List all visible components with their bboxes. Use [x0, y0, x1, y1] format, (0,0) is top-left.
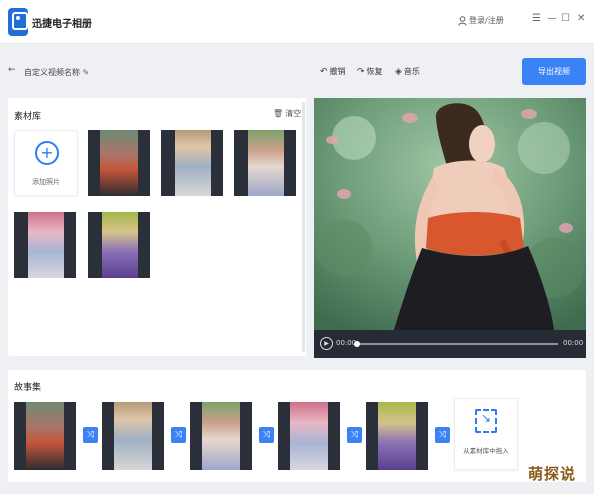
- trash-icon: 🗑: [273, 109, 284, 118]
- export-video-button[interactable]: 导出视频: [522, 58, 586, 85]
- transition-shuffle-icon[interactable]: ⤨: [171, 427, 186, 443]
- music-icon: ◈: [395, 66, 402, 77]
- project-name[interactable]: 自定义视频名称 ✎: [24, 67, 89, 78]
- minimize-button[interactable]: —: [547, 13, 557, 24]
- play-button[interactable]: ▶: [320, 337, 333, 350]
- storyboard-thumbnail[interactable]: [102, 402, 164, 470]
- music-label: 音乐: [403, 67, 420, 76]
- app-title: 迅捷电子相册: [32, 19, 92, 30]
- library-scrollbar[interactable]: [302, 102, 305, 352]
- transition-shuffle-icon[interactable]: ⤨: [435, 427, 450, 443]
- music-button[interactable]: ◈ 音乐: [395, 66, 420, 77]
- add-photo-button[interactable]: + 添加照片: [14, 130, 78, 196]
- editor-toolbar: ← 自定义视频名称 ✎ ↶ 撤销 ↷ 恢复 ◈ 音乐 导出视频: [0, 45, 594, 95]
- drag-in-icon: [475, 409, 497, 433]
- login-link[interactable]: 登录/注册: [458, 15, 504, 26]
- library-thumbnail[interactable]: [14, 212, 76, 278]
- progress-bar[interactable]: [354, 341, 558, 347]
- preview-image: [314, 98, 586, 330]
- library-thumbnail[interactable]: [88, 212, 150, 278]
- total-time: 00:00: [563, 339, 584, 347]
- undo-button[interactable]: ↶ 撤销: [320, 66, 346, 77]
- transition-shuffle-icon[interactable]: ⤨: [259, 427, 274, 443]
- storyboard-thumbnail[interactable]: [190, 402, 252, 470]
- login-label: 登录/注册: [469, 16, 504, 25]
- title-bar: 迅捷电子相册 登录/注册 ☰ — ☐ ✕: [0, 0, 594, 44]
- progress-knob[interactable]: [354, 341, 360, 347]
- app-logo-icon: [8, 8, 28, 36]
- storyboard-title: 故事集: [14, 383, 42, 393]
- close-button[interactable]: ✕: [577, 13, 585, 24]
- storyboard-thumbnail[interactable]: [278, 402, 340, 470]
- transition-shuffle-icon[interactable]: ⤨: [83, 427, 98, 443]
- clear-label: 清空: [285, 109, 302, 118]
- redo-button[interactable]: ↷ 恢复: [357, 66, 383, 77]
- undo-icon: ↶: [320, 66, 328, 77]
- storyboard-panel: 故事集 ⤨ ⤨ ⤨ ⤨ ⤨ 从素材库中拖入: [8, 370, 586, 482]
- transition-shuffle-icon[interactable]: ⤨: [347, 427, 362, 443]
- undo-label: 撤销: [329, 67, 346, 76]
- drop-label: 从素材库中拖入: [463, 447, 509, 455]
- library-thumbnail[interactable]: [88, 130, 150, 196]
- project-name-label: 自定义视频名称: [24, 68, 80, 77]
- menu-icon[interactable]: ☰: [532, 13, 541, 24]
- storyboard-thumbnail[interactable]: [14, 402, 76, 470]
- user-icon: [458, 15, 467, 26]
- clear-library-button[interactable]: 🗑 清空: [273, 108, 301, 119]
- drop-from-library-target[interactable]: 从素材库中拖入: [454, 398, 518, 470]
- storyboard-thumbnail[interactable]: [366, 402, 428, 470]
- watermark: 萌探说: [528, 465, 577, 483]
- redo-icon: ↷: [357, 66, 365, 77]
- add-photo-label: 添加照片: [32, 178, 60, 186]
- library-title: 素材库: [14, 112, 42, 122]
- library-thumbnail[interactable]: [234, 130, 296, 196]
- redo-label: 恢复: [366, 67, 383, 76]
- back-arrow-icon[interactable]: ←: [8, 65, 16, 75]
- library-thumbnail[interactable]: [161, 130, 223, 196]
- maximize-button[interactable]: ☐: [561, 13, 570, 24]
- video-preview: ▶ 00:00 00:00: [314, 98, 586, 358]
- player-controls: ▶ 00:00 00:00: [314, 330, 586, 358]
- plus-icon: +: [35, 141, 59, 165]
- edit-pencil-icon[interactable]: ✎: [83, 68, 90, 77]
